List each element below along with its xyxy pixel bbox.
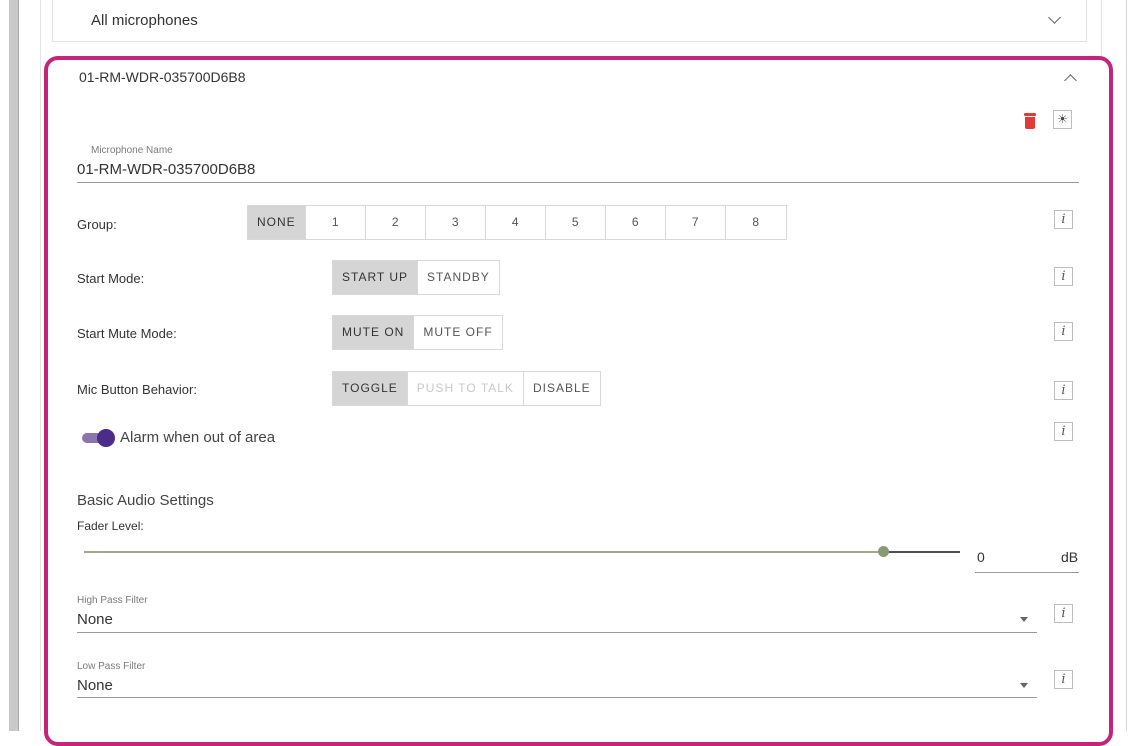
trash-icon[interactable] bbox=[1024, 113, 1036, 129]
high-pass-filter-underline bbox=[77, 632, 1037, 633]
low-pass-dropdown-caret-icon[interactable] bbox=[1020, 683, 1028, 688]
mic-button-behavior-label: Mic Button Behavior: bbox=[77, 382, 197, 397]
fader-level-label: Fader Level: bbox=[77, 519, 144, 533]
mic-button-behavior-selector: TOGGLE PUSH TO TALK DISABLE bbox=[332, 371, 601, 406]
start-mode-start-up[interactable]: START UP bbox=[333, 261, 419, 294]
group-info-icon[interactable]: i bbox=[1054, 210, 1073, 229]
group-selector: NONE 1 2 3 4 5 6 7 8 bbox=[247, 205, 787, 240]
trash-body bbox=[1025, 117, 1035, 129]
start-mute-mode-mute-on[interactable]: MUTE ON bbox=[333, 316, 415, 349]
group-option-3[interactable]: 3 bbox=[426, 206, 486, 239]
mic-button-disable[interactable]: DISABLE bbox=[524, 372, 600, 405]
low-pass-filter-underline bbox=[77, 697, 1037, 698]
alarm-info-icon[interactable]: i bbox=[1054, 422, 1073, 441]
low-pass-filter-label: Low Pass Filter bbox=[77, 661, 146, 672]
right-divider bbox=[1126, 0, 1127, 731]
mic-button-push-to-talk: PUSH TO TALK bbox=[408, 372, 524, 405]
start-mute-mode-selector: MUTE ON MUTE OFF bbox=[332, 315, 503, 350]
group-option-6[interactable]: 6 bbox=[606, 206, 666, 239]
low-pass-filter-info-icon[interactable]: i bbox=[1054, 670, 1073, 689]
group-option-4[interactable]: 4 bbox=[486, 206, 546, 239]
fader-slider-thumb[interactable] bbox=[878, 546, 889, 557]
group-option-5[interactable]: 5 bbox=[546, 206, 606, 239]
container-border-left bbox=[40, 0, 41, 731]
start-mode-label: Start Mode: bbox=[77, 271, 145, 286]
fader-level-input[interactable]: 0 bbox=[977, 549, 985, 565]
left-divider bbox=[18, 0, 19, 731]
high-pass-filter-select[interactable]: None bbox=[77, 611, 113, 628]
start-mute-mode-mute-off[interactable]: MUTE OFF bbox=[414, 316, 501, 349]
sun-icon[interactable]: ☀ bbox=[1053, 110, 1072, 129]
microphone-name-underline bbox=[77, 182, 1079, 183]
start-mute-mode-info-icon[interactable]: i bbox=[1054, 322, 1073, 341]
group-label: Group: bbox=[77, 217, 117, 232]
fader-level-underline bbox=[975, 572, 1079, 573]
group-option-8[interactable]: 8 bbox=[726, 206, 786, 239]
start-mode-standby[interactable]: STANDBY bbox=[418, 261, 499, 294]
group-option-2[interactable]: 2 bbox=[366, 206, 426, 239]
basic-audio-settings-heading: Basic Audio Settings bbox=[77, 492, 214, 509]
microphone-card: 01-RM-WDR-035700D6B8 ☀ Microphone Name 0… bbox=[44, 56, 1113, 746]
trash-lid bbox=[1024, 113, 1036, 116]
start-mute-mode-label: Start Mute Mode: bbox=[77, 326, 177, 341]
microphone-card-title: 01-RM-WDR-035700D6B8 bbox=[79, 69, 246, 85]
mic-button-toggle[interactable]: TOGGLE bbox=[333, 372, 408, 405]
start-mode-info-icon[interactable]: i bbox=[1054, 267, 1073, 286]
chevron-down-icon[interactable] bbox=[1048, 11, 1061, 24]
group-option-7[interactable]: 7 bbox=[666, 206, 726, 239]
high-pass-filter-label: High Pass Filter bbox=[77, 595, 148, 606]
group-option-1[interactable]: 1 bbox=[306, 206, 366, 239]
group-option-none[interactable]: NONE bbox=[248, 206, 306, 239]
all-microphones-label: All microphones bbox=[91, 12, 198, 29]
alarm-toggle-label: Alarm when out of area bbox=[120, 429, 276, 446]
microphone-name-label: Microphone Name bbox=[91, 145, 173, 156]
chevron-up-icon[interactable] bbox=[1064, 74, 1077, 87]
fader-slider-track-rest[interactable] bbox=[884, 551, 960, 553]
microphone-name-field[interactable]: 01-RM-WDR-035700D6B8 bbox=[77, 161, 255, 178]
alarm-toggle-knob[interactable] bbox=[97, 429, 115, 447]
left-scrollbar-rail bbox=[9, 0, 18, 731]
mic-button-behavior-info-icon[interactable]: i bbox=[1054, 381, 1073, 400]
low-pass-filter-select[interactable]: None bbox=[77, 677, 113, 694]
high-pass-filter-info-icon[interactable]: i bbox=[1054, 604, 1073, 623]
all-microphones-panel[interactable]: All microphones bbox=[52, 0, 1087, 42]
fader-slider-track[interactable] bbox=[84, 551, 884, 553]
fader-level-unit: dB bbox=[1061, 549, 1079, 565]
high-pass-dropdown-caret-icon[interactable] bbox=[1020, 617, 1028, 622]
start-mode-selector: START UP STANDBY bbox=[332, 260, 500, 295]
